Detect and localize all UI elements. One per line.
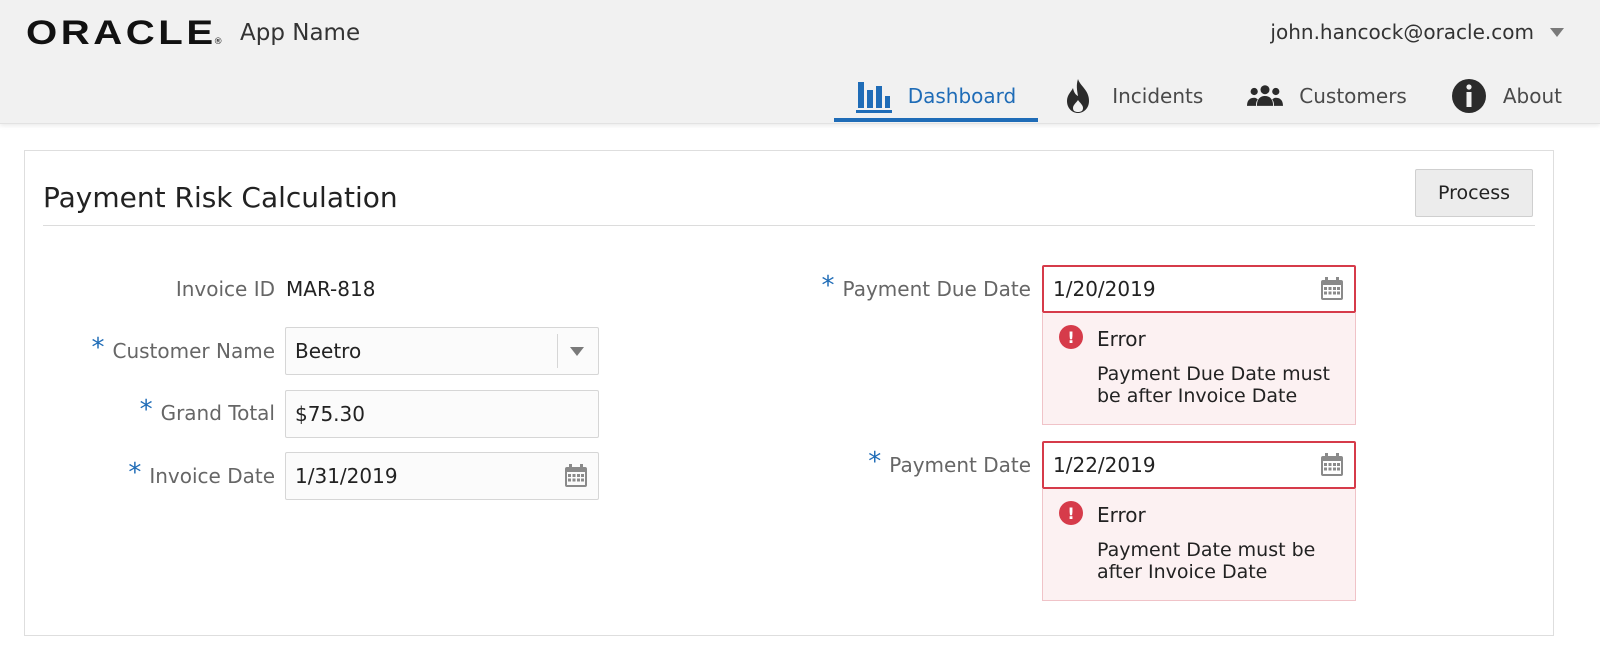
chevron-down-icon[interactable] bbox=[570, 346, 584, 356]
payment-date-value: 1/22/2019 bbox=[1053, 453, 1156, 477]
page-title: Payment Risk Calculation bbox=[43, 181, 398, 214]
error-icon: ! bbox=[1059, 501, 1083, 525]
bar-chart-icon bbox=[855, 78, 892, 114]
main-nav: Dashboard Incidents Customers About bbox=[833, 70, 1562, 122]
nav-item-dashboard[interactable]: Dashboard bbox=[833, 70, 1039, 122]
required-marker: * bbox=[91, 333, 105, 363]
fire-icon bbox=[1060, 78, 1096, 114]
invoice-date-input[interactable]: 1/31/2019 bbox=[285, 452, 599, 500]
invoice-id-value: MAR-818 bbox=[286, 277, 376, 301]
select-divider bbox=[557, 334, 558, 368]
people-icon bbox=[1247, 78, 1284, 114]
process-button[interactable]: Process bbox=[1415, 169, 1533, 217]
error-icon: ! bbox=[1059, 325, 1083, 349]
nav-item-incidents[interactable]: Incidents bbox=[1038, 70, 1225, 122]
user-email: john.hancock@oracle.com bbox=[1270, 20, 1534, 44]
nav-label: Customers bbox=[1299, 84, 1407, 108]
required-marker: * bbox=[128, 458, 142, 488]
title-divider bbox=[43, 225, 1535, 226]
grand-total-label: * Grand Total bbox=[139, 395, 275, 425]
payment-date-input[interactable]: 1/22/2019 bbox=[1042, 441, 1356, 489]
calendar-icon[interactable] bbox=[1320, 453, 1344, 477]
error-message: Payment Date must be after Invoice Date bbox=[1097, 539, 1316, 583]
invoice-date-label: * Invoice Date bbox=[128, 458, 275, 488]
info-icon bbox=[1451, 78, 1487, 114]
user-menu[interactable]: john.hancock@oracle.com bbox=[1270, 20, 1564, 44]
nav-item-about[interactable]: About bbox=[1429, 70, 1562, 122]
payment-due-date-label: * Payment Due Date bbox=[821, 271, 1031, 301]
payment-due-date-input[interactable]: 1/20/2019 bbox=[1042, 265, 1356, 313]
error-title: Error bbox=[1097, 327, 1146, 351]
payment-date-label: * Payment Date bbox=[868, 447, 1031, 477]
required-marker: * bbox=[868, 447, 882, 477]
required-marker: * bbox=[139, 395, 153, 425]
app-name: App Name bbox=[240, 20, 361, 46]
error-message: Payment Due Date must be after Invoice D… bbox=[1097, 363, 1330, 407]
required-marker: * bbox=[821, 271, 835, 301]
logo-text: ORACLE bbox=[26, 14, 217, 52]
invoice-date-value: 1/31/2019 bbox=[295, 464, 398, 488]
customer-name-select[interactable]: Beetro bbox=[285, 327, 599, 375]
chevron-down-icon bbox=[1550, 27, 1564, 37]
nav-label: Incidents bbox=[1112, 84, 1204, 108]
customer-name-value: Beetro bbox=[295, 339, 362, 363]
error-title: Error bbox=[1097, 503, 1146, 527]
calendar-icon[interactable] bbox=[564, 464, 588, 488]
payment-due-date-value: 1/20/2019 bbox=[1053, 277, 1156, 301]
nav-label: About bbox=[1502, 84, 1562, 108]
calendar-icon[interactable] bbox=[1320, 277, 1344, 301]
grand-total-input[interactable]: $75.30 bbox=[285, 390, 599, 438]
payment-due-date-error: ! Error Payment Due Date must be after I… bbox=[1042, 313, 1356, 425]
payment-date-error: ! Error Payment Date must be after Invoi… bbox=[1042, 489, 1356, 601]
invoice-id-label: Invoice ID bbox=[175, 277, 275, 301]
payment-risk-card: Payment Risk Calculation Process Invoice… bbox=[24, 150, 1554, 636]
nav-item-customers[interactable]: Customers bbox=[1225, 70, 1429, 122]
customer-name-label: * Customer Name bbox=[91, 333, 275, 363]
nav-label: Dashboard bbox=[907, 84, 1017, 108]
grand-total-value: $75.30 bbox=[295, 402, 365, 426]
oracle-logo[interactable]: ORACLE ® bbox=[26, 14, 223, 53]
app-header: ORACLE ® App Name john.hancock@oracle.co… bbox=[0, 0, 1600, 124]
